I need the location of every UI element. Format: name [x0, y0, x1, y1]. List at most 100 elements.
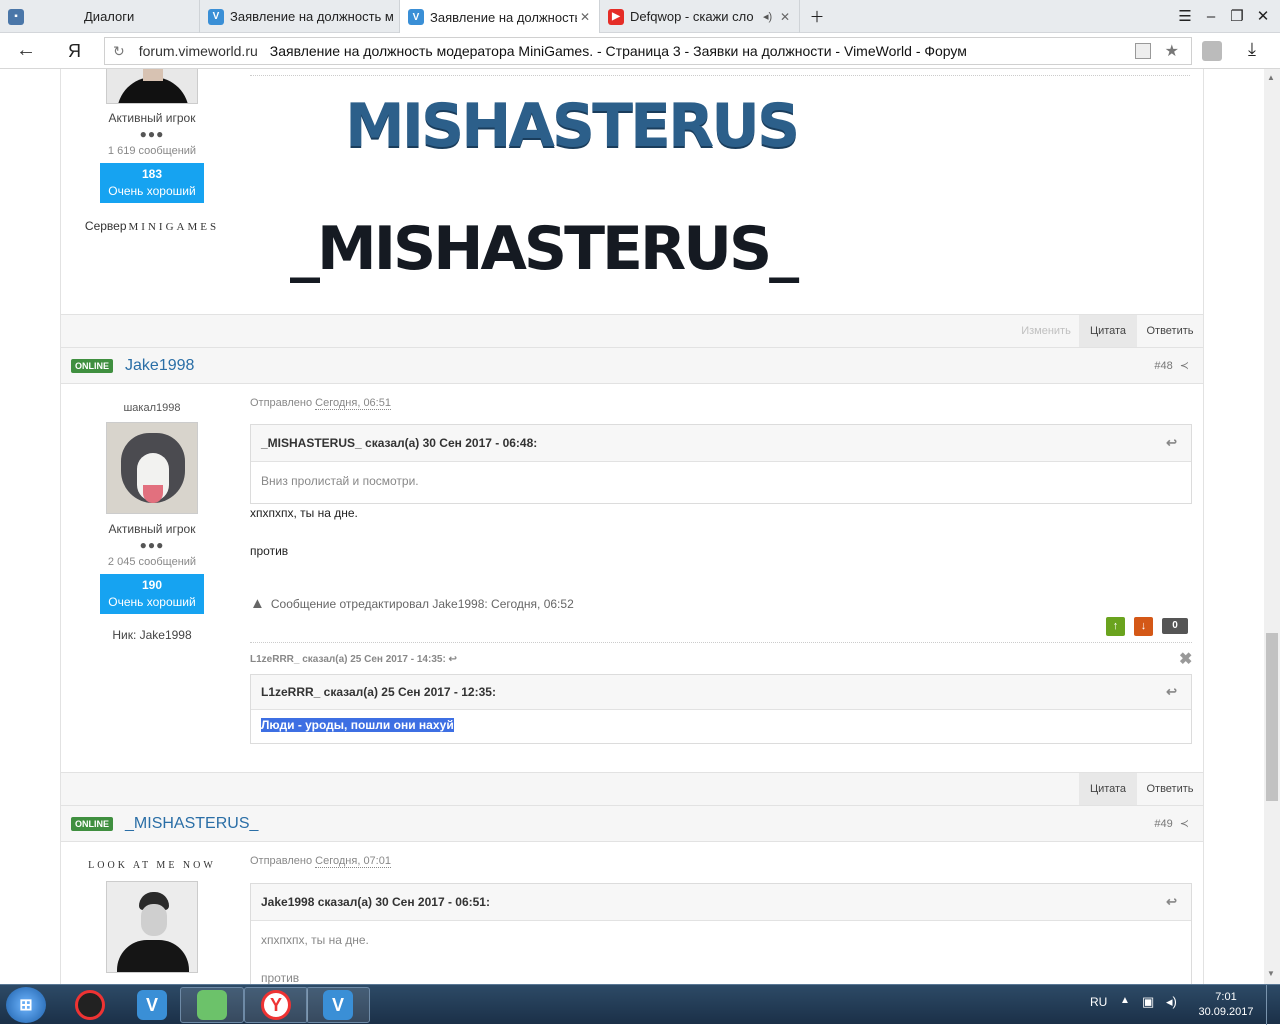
author-link[interactable]: Jake1998	[125, 357, 194, 375]
share-icon[interactable]: ≺	[1180, 360, 1189, 372]
url-field[interactable]: ↻ forum.vimeworld.ru Заявление на должно…	[104, 37, 1192, 65]
taskbar-app-yandex-browser[interactable]: Y	[244, 987, 308, 1023]
post-text-line: против	[250, 544, 289, 558]
edit-button[interactable]: Изменить	[1013, 315, 1079, 347]
chat-icon: ▪	[8, 8, 24, 25]
scrollbar-thumb[interactable]	[1266, 633, 1278, 801]
vote-up-icon[interactable]: ↑	[1106, 617, 1125, 636]
vimeworld-icon: V	[208, 8, 224, 25]
network-icon[interactable]: ▣	[1142, 994, 1154, 1010]
author-info-top: Активный игрок ●●● 1 619 сообщений 183 О…	[62, 111, 242, 233]
close-window-icon[interactable]: ✕	[1250, 0, 1276, 32]
scroll-down-icon[interactable]: ▼	[1267, 969, 1275, 978]
edit-notice: ▲ Сообщение отредактировал Jake1998: Сег…	[250, 595, 574, 612]
message-count: 1 619 сообщений	[107, 145, 197, 157]
bookmark-star-icon[interactable]: ★	[1165, 41, 1179, 61]
post-48-toolbar: Цитата Ответить	[60, 772, 1204, 806]
share-icon[interactable]: ≺	[1180, 818, 1189, 830]
reload-icon[interactable]: ↻	[113, 43, 125, 60]
avatar-man[interactable]	[106, 881, 198, 973]
page-title-in-url: Заявление на должность модератора MiniGa…	[269, 43, 967, 59]
post-48-header: ONLINE Jake1998 #48 ≺	[60, 347, 1204, 384]
minimize-icon[interactable]: –	[1198, 0, 1224, 32]
author-title: LOOK AT ME NOW	[88, 860, 216, 871]
sound-icon[interactable]: ◂)	[763, 10, 777, 23]
yandex-browser-icon: Y	[261, 990, 291, 1020]
reply-button[interactable]: Ответить	[1137, 773, 1203, 805]
post-49-header: ONLINE _MISHASTERUS_ #49 ≺	[60, 805, 1204, 842]
quote-header: _MISHASTERUS_ сказал(а) 30 Сен 2017 - 06…	[251, 425, 1191, 462]
online-badge: ONLINE	[71, 358, 114, 373]
quote-header: Jake1998 сказал(а) 30 Сен 2017 - 06:51: ↩	[251, 884, 1191, 921]
browser-tab-bar: ▪ Диалоги V Заявление на должность м V З…	[0, 0, 1280, 34]
taskbar: ⊞ V Y V RU ▲ ▣ ◂) 7:01 30.09.2017	[0, 984, 1280, 1025]
tab-dialogs[interactable]: ▪ Диалоги	[0, 0, 200, 33]
back-icon[interactable]: ←	[16, 39, 36, 62]
page-content: Активный игрок ●●● 1 619 сообщений 183 О…	[0, 69, 1264, 984]
post-top-toolbar: Изменить Цитата Ответить	[60, 314, 1204, 348]
vote-down-icon[interactable]: ↓	[1134, 617, 1153, 636]
close-signature-icon[interactable]: ✖	[1179, 649, 1192, 669]
avatar-husky[interactable]	[106, 422, 198, 514]
show-desktop-button[interactable]	[1266, 985, 1280, 1025]
taskbar-app-vimeworld[interactable]: V	[120, 987, 184, 1023]
close-tab-icon[interactable]: ✕	[577, 10, 593, 24]
menu-icon[interactable]: ☰	[1172, 0, 1198, 32]
vimeworld-icon: V	[408, 9, 424, 25]
online-badge: ONLINE	[71, 816, 114, 831]
quote-block: Jake1998 сказал(а) 30 Сен 2017 - 06:51: ↩…	[250, 883, 1192, 984]
signature-divider	[250, 642, 1192, 643]
vimeworld-icon: V	[137, 990, 167, 1020]
quote-link-icon[interactable]: ↩	[1166, 684, 1177, 700]
author-info-48: шакал1998 Активный игрок ●●● 2 045 сообщ…	[62, 402, 242, 642]
scrollbar[interactable]: ▲ ▼	[1264, 69, 1280, 984]
reputation-badge[interactable]: 183 Очень хороший	[100, 163, 204, 203]
quote-link-icon[interactable]: ↩	[1166, 894, 1177, 910]
tab-application-2-active[interactable]: V Заявление на должность ✕	[400, 0, 600, 34]
tab-youtube[interactable]: ▶ Defqwop - скажи сло ◂) ✕	[600, 0, 800, 33]
warning-icon: ▲	[250, 595, 265, 612]
author-link[interactable]: _MISHASTERUS_	[125, 815, 258, 833]
taskbar-app-vimeworld-2[interactable]: V	[306, 987, 370, 1023]
record-icon	[75, 990, 105, 1020]
quote-block: _MISHASTERUS_ сказал(а) 30 Сен 2017 - 06…	[250, 424, 1192, 504]
start-button[interactable]: ⊞	[6, 987, 46, 1023]
author-rank: Активный игрок	[108, 522, 196, 536]
tray-expand-icon[interactable]: ▲	[1120, 995, 1130, 1006]
reputation-badge[interactable]: 190 Очень хороший	[100, 574, 204, 614]
volume-icon[interactable]: ◂)	[1166, 994, 1177, 1010]
yandex-logo[interactable]: Я	[68, 41, 81, 62]
vote-count: 0	[1162, 618, 1188, 634]
signature-quote: L1zeRRR_ сказал(а) 25 Сен 2017 - 12:35: ↩…	[250, 674, 1192, 744]
quote-button[interactable]: Цитата	[1079, 315, 1137, 347]
url-domain: forum.vimeworld.ru	[138, 43, 258, 59]
taskbar-app-game[interactable]	[180, 987, 244, 1023]
new-tab-icon[interactable]: ＋	[804, 0, 830, 32]
signature-banner-1: MISHASTERUS	[345, 91, 800, 161]
extension-icon[interactable]	[1202, 41, 1222, 61]
taskbar-app-recorder[interactable]	[58, 987, 122, 1023]
quote-link-icon[interactable]: ↩	[1166, 435, 1177, 451]
reply-button[interactable]: Ответить	[1137, 315, 1203, 347]
avatar-top[interactable]	[106, 69, 198, 104]
tab-application-1[interactable]: V Заявление на должность м	[200, 0, 400, 33]
signature-banner-2: _MISHASTERUS_	[290, 214, 799, 284]
post-number[interactable]: #48 ≺	[1154, 359, 1189, 372]
clock[interactable]: 7:01 30.09.2017	[1196, 990, 1256, 1020]
quote-button[interactable]: Цитата	[1079, 773, 1137, 805]
post-text-line: хпхпхпх, ты на дне.	[250, 506, 358, 520]
download-icon[interactable]: ⤓	[1248, 39, 1256, 60]
divider	[250, 75, 1190, 76]
quote-body: хпхпхпх, ты на дне. против	[261, 933, 369, 984]
post-date: Отправлено Сегодня, 06:51	[250, 397, 391, 410]
post-number[interactable]: #49 ≺	[1154, 817, 1189, 830]
scroll-up-icon[interactable]: ▲	[1267, 73, 1275, 82]
close-tab-icon[interactable]: ✕	[777, 10, 793, 24]
restore-icon[interactable]: ❐	[1224, 0, 1250, 32]
language-indicator[interactable]: RU	[1090, 995, 1107, 1009]
quote-header: L1zeRRR_ сказал(а) 25 Сен 2017 - 12:35: ↩	[251, 675, 1191, 710]
youtube-icon: ▶	[608, 8, 624, 25]
address-bar: ← Я ↻ forum.vimeworld.ru Заявление на до…	[0, 33, 1280, 69]
reader-icon[interactable]	[1135, 43, 1151, 59]
message-count: 2 045 сообщений	[107, 556, 197, 568]
